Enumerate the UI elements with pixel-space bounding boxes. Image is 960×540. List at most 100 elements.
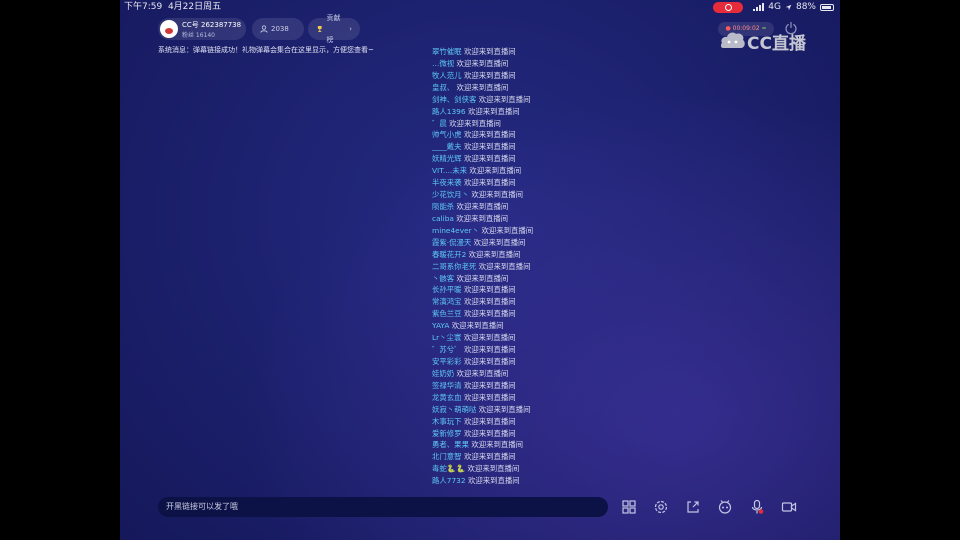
- chat-message: 路人1396 欢迎来到直播间: [432, 106, 632, 118]
- status-time: 下午7:59: [124, 2, 163, 12]
- chat-nickname[interactable]: 路人1396: [432, 107, 466, 116]
- chat-nickname[interactable]: 签禄华清: [432, 381, 462, 390]
- chat-welcome-text: 欢迎来到直播间: [456, 82, 509, 92]
- chat-nickname[interactable]: 陨能杀: [432, 202, 454, 211]
- signal-icon: [753, 3, 765, 11]
- game-icon[interactable]: [717, 499, 733, 515]
- chat-nickname[interactable]: 紫色兰豆: [432, 309, 462, 318]
- chat-nickname[interactable]: 牧人范儿: [432, 71, 462, 80]
- chat-welcome-text: 欢迎来到直播间: [463, 392, 516, 402]
- viewers-button[interactable]: 2038: [252, 18, 304, 40]
- chat-nickname[interactable]: mine4ever丶: [432, 226, 479, 235]
- chat-welcome-text: 欢迎来到直播间: [481, 225, 534, 235]
- chat-message: 勇者、果果 欢迎来到直播间: [432, 439, 632, 451]
- chat-message: 陨能杀 欢迎来到直播间: [432, 201, 632, 213]
- viewers-count: 2038: [271, 25, 289, 33]
- chat-nickname[interactable]: …微视: [432, 59, 454, 68]
- chat-nickname[interactable]: 安平彩彩: [432, 357, 462, 366]
- chat-message: 春暖花开2 欢迎来到直播间: [432, 249, 632, 261]
- chat-message: …微视 欢迎来到直播间: [432, 58, 632, 70]
- cc-cat-logo-icon: [720, 32, 745, 48]
- chat-message: 牧人范儿 欢迎来到直播间: [432, 70, 632, 82]
- chat-welcome-text: 欢迎来到直播间: [463, 154, 516, 164]
- chat-input[interactable]: 开黑链接可以发了哦: [158, 497, 608, 517]
- chat-welcome-text: 欢迎来到直播间: [463, 416, 516, 426]
- logo-text: CC直播: [747, 34, 806, 54]
- chat-nickname[interactable]: ____戴夫: [432, 142, 462, 151]
- chat-nickname[interactable]: YAYA: [432, 321, 449, 330]
- chat-welcome-text: 欢迎来到直播间: [456, 201, 509, 211]
- chat-message: 常演鸿宝 欢迎来到直播间: [432, 296, 632, 308]
- chat-welcome-text: 欢迎来到直播间: [463, 130, 516, 140]
- chat-nickname[interactable]: 半夜来袭: [432, 178, 462, 187]
- anchor-info[interactable]: CC号 262387738 粉丝 16140: [158, 18, 246, 40]
- system-message: 系统消息：弹幕链接成功！礼物弹幕会集合在这里显示，方便您查看~: [158, 46, 374, 54]
- chat-message: Lr丶尘寰 欢迎来到直播间: [432, 332, 632, 344]
- camera-icon[interactable]: [781, 499, 797, 515]
- chat-nickname[interactable]: 勇者、果果: [432, 440, 469, 449]
- chat-welcome-text: 欢迎来到直播间: [456, 273, 509, 283]
- chat-nickname[interactable]: 妖精光辉: [432, 154, 462, 163]
- settings-icon[interactable]: [653, 499, 669, 515]
- chat-message: 爱新修罗 欢迎来到直播间: [432, 428, 632, 440]
- chat-nickname[interactable]: ゛晨: [432, 119, 447, 128]
- chat-message: 剑神、剑侠客 欢迎来到直播间: [432, 94, 632, 106]
- microphone-icon[interactable]: [749, 499, 765, 515]
- chat-nickname[interactable]: 二哥系你老死: [432, 262, 476, 271]
- chat-nickname[interactable]: caliba: [432, 214, 454, 223]
- screen-record-indicator[interactable]: [713, 1, 744, 13]
- battery-icon: [820, 3, 834, 11]
- chat-welcome-text: 欢迎来到直播间: [471, 190, 524, 200]
- chat-welcome-text: 欢迎来到直播间: [463, 285, 516, 295]
- chat-nickname[interactable]: VIT....未来: [432, 166, 467, 175]
- chat-nickname[interactable]: 剑神、剑侠客: [432, 95, 476, 104]
- grid-icon[interactable]: [621, 499, 637, 515]
- chat-nickname[interactable]: 毒蛇🐍🐍: [432, 464, 465, 473]
- chat-nickname[interactable]: 皇叔、: [432, 83, 454, 92]
- rank-button[interactable]: 贡献榜 ›: [308, 14, 360, 44]
- chat-nickname[interactable]: 路人7732: [432, 476, 466, 485]
- trophy-icon: [317, 26, 322, 32]
- chat-message: 签禄华清 欢迎来到直播间: [432, 380, 632, 392]
- chat-message: caliba 欢迎来到直播间: [432, 213, 632, 225]
- chat-nickname[interactable]: 北门意智: [432, 452, 462, 461]
- network-type: 4G: [768, 2, 781, 12]
- chat-welcome-text: 欢迎来到直播间: [473, 237, 526, 247]
- chat-nickname[interactable]: 常演鸿宝: [432, 297, 462, 306]
- chat-nickname[interactable]: 木事玩下: [432, 417, 462, 426]
- chat-nickname[interactable]: 长孙平暖: [432, 285, 462, 294]
- chat-welcome-text: 欢迎来到直播间: [463, 178, 516, 188]
- chat-message: 妖精光辉 欢迎来到直播间: [432, 153, 632, 165]
- chat-welcome-text: 欢迎来到直播间: [463, 380, 516, 390]
- chat-welcome-text: 欢迎来到直播间: [467, 464, 520, 474]
- avatar[interactable]: [160, 20, 178, 38]
- chat-nickname[interactable]: 少花饮月丶: [432, 190, 469, 199]
- chat-nickname[interactable]: 爱新修罗: [432, 429, 462, 438]
- chat-welcome-text: 欢迎来到直播间: [456, 368, 509, 378]
- chat-message: 长孙平暖 欢迎来到直播间: [432, 284, 632, 296]
- chat-message: mine4ever丶 欢迎来到直播间: [432, 225, 632, 237]
- chat-nickname[interactable]: 妖寂丶萌萌哒: [432, 405, 476, 414]
- chat-nickname[interactable]: 娃奶奶: [432, 369, 454, 378]
- app-logo: CC直播: [720, 28, 820, 54]
- chat-nickname[interactable]: 龙黄玄血: [432, 393, 462, 402]
- chat-welcome-text: 欢迎来到直播间: [463, 428, 516, 438]
- chat-nickname[interactable]: 翠竹催眠: [432, 47, 462, 56]
- chat-welcome-text: 欢迎来到直播间: [463, 356, 516, 366]
- chat-welcome-text: 欢迎来到直播间: [463, 297, 516, 307]
- chat-nickname[interactable]: 帅气小虎: [432, 130, 462, 139]
- chat-welcome-text: 欢迎来到直播间: [478, 94, 531, 104]
- chat-message: YAYA 欢迎来到直播间: [432, 320, 632, 332]
- chat-nickname[interactable]: 春暖花开2: [432, 250, 466, 259]
- chat-nickname[interactable]: 丶骸客: [432, 274, 454, 283]
- chat-message: 翠竹催眠 欢迎来到直播间: [432, 46, 632, 58]
- chat-nickname[interactable]: 霞紫·侃漫天: [432, 238, 471, 247]
- record-icon: [724, 3, 732, 11]
- chat-welcome-text: 欢迎来到直播间: [449, 118, 501, 128]
- chat-nickname[interactable]: Lr丶尘寰: [432, 333, 461, 342]
- chat-nickname[interactable]: ゛苏兮゛: [432, 345, 462, 354]
- chat-welcome-text: 欢迎来到直播间: [451, 321, 504, 331]
- chat-message: 帅气小虎 欢迎来到直播间: [432, 129, 632, 141]
- share-icon[interactable]: [685, 499, 701, 515]
- location-icon: [785, 4, 792, 10]
